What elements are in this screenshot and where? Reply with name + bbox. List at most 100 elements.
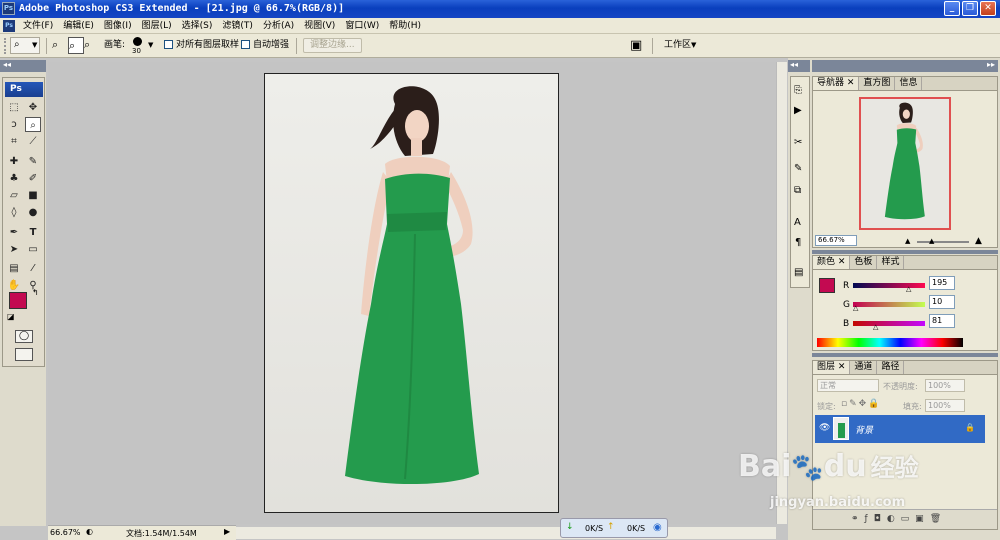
clone-source-icon[interactable]: ⧉ (794, 185, 801, 196)
sample-all-layers-checkbox[interactable] (164, 40, 173, 49)
tab-color[interactable]: 颜色 ✕ (813, 256, 851, 269)
tab-histogram[interactable]: 直方图 (859, 77, 896, 90)
subtract-selection-icon[interactable]: ⌕ (84, 37, 100, 54)
b-input[interactable]: 81 (929, 314, 955, 328)
actions-icon[interactable]: ▶ (794, 105, 802, 116)
move-tool-icon[interactable]: ✥ (25, 100, 41, 115)
paragraph-icon[interactable]: ¶ (795, 237, 801, 248)
b-slider-thumb[interactable]: △ (873, 323, 878, 331)
menu-layer[interactable]: 图层(L) (137, 18, 177, 34)
rectangle-tool-icon[interactable]: ▭ (25, 242, 41, 257)
pen-tool-icon[interactable]: ✒ (6, 225, 22, 240)
navigator-thumbnail[interactable] (859, 97, 951, 230)
color-spectrum-bar[interactable] (817, 338, 963, 347)
r-slider-thumb[interactable]: △ (906, 285, 911, 293)
toolbox-header[interactable]: ◂◂ (0, 60, 46, 72)
refine-edge-button[interactable]: 调整边缘... (303, 38, 362, 53)
b-slider[interactable] (853, 321, 925, 326)
tab-swatches[interactable]: 色板 (850, 256, 878, 269)
quick-mask-icon[interactable]: ◯ (15, 330, 33, 343)
brush-chevron-icon[interactable]: ▼ (148, 41, 153, 49)
menu-select[interactable]: 选择(S) (177, 18, 218, 34)
bridge-icon[interactable]: ▣ (630, 38, 642, 53)
navigator-slider-thumb[interactable]: ▲ (929, 237, 934, 245)
foreground-color-swatch[interactable] (9, 292, 27, 309)
dodge-tool-icon[interactable]: ● (25, 205, 41, 220)
character-icon[interactable]: A (794, 217, 801, 228)
menu-filter[interactable]: 滤镜(T) (217, 18, 258, 34)
navigator-zoom-input[interactable]: 66.67% (815, 235, 857, 246)
menu-analysis[interactable]: 分析(A) (258, 18, 299, 34)
panel-dock-header[interactable]: ▸▸ (812, 60, 998, 72)
marquee-tool-icon[interactable]: ⬚ (6, 100, 22, 115)
collapsed-dock-header[interactable]: ◂◂ (788, 60, 810, 72)
fill-input[interactable]: 100% (925, 399, 965, 412)
tab-info[interactable]: 信息 (895, 77, 923, 90)
hand-tool-icon[interactable]: ✋ (6, 278, 22, 293)
healing-brush-icon[interactable]: ✚ (6, 154, 22, 169)
menu-image[interactable]: 图像(I) (99, 18, 137, 34)
auto-enhance-checkbox[interactable] (241, 40, 250, 49)
default-colors-icon[interactable]: ◪ (7, 312, 15, 321)
tab-navigator[interactable]: 导航器 ✕ (813, 77, 860, 90)
zoom-out-icon[interactable]: ▲ (905, 237, 910, 245)
brushes-icon[interactable]: ✎ (794, 163, 802, 174)
workspace-chevron-icon[interactable]: ▼ (691, 41, 696, 49)
menu-edit[interactable]: 编辑(E) (58, 18, 99, 34)
tab-layers[interactable]: 图层 ✕ (813, 361, 851, 374)
tab-channels[interactable]: 通道 (850, 361, 878, 374)
eye-icon[interactable]: 👁 (819, 423, 830, 433)
tool-preset-picker[interactable]: ⌕ ▼ (10, 37, 40, 54)
swap-colors-icon[interactable]: ↰ (32, 288, 39, 297)
color-fg-swatch[interactable] (819, 278, 835, 293)
restore-button[interactable]: ❐ (962, 1, 978, 16)
history-icon[interactable]: ⎘ (794, 85, 802, 96)
opacity-input[interactable]: 100% (925, 379, 965, 392)
lasso-tool-icon[interactable]: ↄ (6, 117, 22, 132)
blend-mode-select[interactable]: 正常 (817, 379, 879, 392)
g-slider-thumb[interactable]: △ (853, 304, 858, 312)
clone-stamp-icon[interactable]: ♣ (6, 171, 22, 186)
document-image[interactable] (264, 73, 559, 513)
net-settings-icon[interactable]: ◉ (653, 522, 662, 533)
blur-tool-icon[interactable]: ◊ (6, 205, 22, 220)
workspace-button[interactable]: 工作区 (664, 39, 691, 51)
zoom-level[interactable]: 66.67% (50, 528, 81, 537)
brush-dot-icon[interactable] (133, 37, 142, 46)
r-slider[interactable] (853, 283, 925, 288)
add-selection-icon[interactable]: ⌕ (68, 37, 84, 54)
g-slider[interactable] (853, 302, 925, 307)
g-input[interactable]: 10 (929, 295, 955, 309)
status-info-icon[interactable]: ◐ (86, 527, 93, 536)
notes-tool-icon[interactable]: ▤ (6, 261, 22, 276)
menu-view[interactable]: 视图(V) (299, 18, 340, 34)
menu-ps-icon[interactable]: Ps (3, 20, 15, 32)
slice-tool-icon[interactable]: ⟋ (25, 134, 41, 149)
lock-icons[interactable]: ▫✎✥🔒 (841, 399, 881, 409)
gradient-tool-icon[interactable]: ■ (25, 188, 41, 203)
eyedropper-tool-icon[interactable]: ⁄ (25, 261, 41, 276)
tool-presets-icon[interactable]: ✂ (794, 137, 802, 148)
navigator-zoom-slider[interactable] (917, 241, 969, 243)
close-button[interactable]: ✕ (980, 1, 996, 16)
tab-paths[interactable]: 路径 (877, 361, 905, 374)
tab-styles[interactable]: 样式 (877, 256, 905, 269)
menu-window[interactable]: 窗口(W) (340, 18, 384, 34)
menu-file[interactable]: 文件(F) (18, 18, 58, 34)
layer-row-background[interactable]: 👁 背景 🔒 (815, 415, 985, 443)
quick-selection-tool-icon[interactable]: ⌕ (25, 117, 41, 132)
minimize-button[interactable]: _ (944, 1, 960, 16)
menu-help[interactable]: 帮助(H) (384, 18, 426, 34)
layer-comps-icon[interactable]: ▤ (794, 267, 803, 278)
zoom-in-icon[interactable]: ▲ (975, 236, 982, 246)
type-tool-icon[interactable]: T (25, 225, 41, 240)
eraser-tool-icon[interactable]: ▱ (6, 188, 22, 203)
screen-mode-icon[interactable] (15, 348, 33, 361)
status-arrow-icon[interactable]: ▶ (224, 527, 230, 536)
layer-action-icons[interactable]: ⚭ƒ◘◐▭▣🗑 (851, 514, 947, 524)
path-selection-icon[interactable]: ➤ (6, 242, 22, 257)
r-input[interactable]: 195 (929, 276, 955, 290)
history-brush-icon[interactable]: ✐ (25, 171, 41, 186)
brush-tool-icon[interactable]: ✎ (25, 154, 41, 169)
new-selection-icon[interactable]: ⌕ (52, 37, 68, 54)
